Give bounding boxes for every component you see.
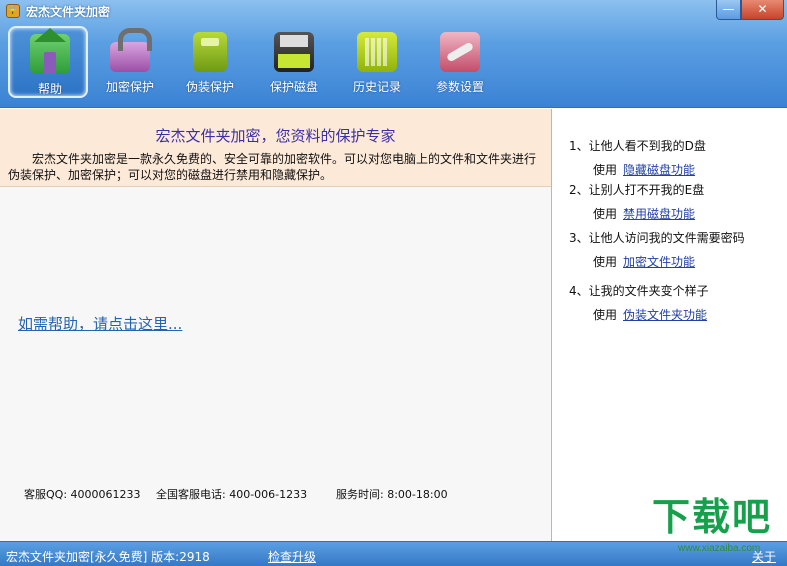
tip-question: 1、让他人看不到我的D盘 [569,139,706,153]
toolbar-history-label: 历史记录 [352,80,401,94]
help-main-panel: 宏杰文件夹加密，您资料的保护专家 宏杰文件夹加密是一款永久免费的、安全可靠的加密… [0,109,552,541]
toolbar-encrypt-label: 加密保护 [105,80,154,94]
toolbar-settings-button[interactable]: 参数设置 [420,26,500,98]
toolbar-settings-label: 参数设置 [435,80,484,94]
tip-use-label: 使用 [593,308,618,322]
tip-use-label: 使用 [593,163,618,177]
tools-icon [440,32,480,72]
encrypt-file-link[interactable]: 加密文件功能 [623,255,695,269]
intro-title: 宏杰文件夹加密，您资料的保护专家 [155,127,396,145]
tip-use-label: 使用 [593,255,618,269]
contact-phone: 全国客服电话: 400-006-1233 [156,488,308,501]
tip-question: 4、让我的文件夹变个样子 [569,284,709,298]
toolbar-help-button[interactable]: 帮助 [8,26,88,98]
contact-qq: 客服QQ: 4000061233 [24,488,141,501]
check-upgrade-link[interactable]: 检查升级 [268,548,316,565]
site-watermark: 下载吧 www.xiazaiba.com [648,496,784,562]
book-icon [193,32,227,72]
window-title: 宏杰文件夹加密 [26,5,111,19]
tip-question: 3、让他人访问我的文件需要密码 [569,231,745,245]
close-button[interactable]: ✕ [741,0,784,20]
tips-panel: 1、让他人看不到我的D盘 使用 隐藏磁盘功能 2、让别人打不开我的E盘 使用 禁用磁… [553,109,787,541]
tip-usage: 使用 隐藏磁盘功能 [593,161,695,178]
status-app-version: 宏杰文件夹加密[永久免费] 版本:2918 [6,550,210,564]
tip-usage: 使用 禁用磁盘功能 [593,205,695,222]
toolbar-encrypt-button[interactable]: 加密保护 [90,26,170,98]
disable-disk-link[interactable]: 禁用磁盘功能 [623,207,695,221]
toolbar-history-button[interactable]: 历史记录 [337,26,417,98]
contact-hours: 服务时间: 8:00-18:00 [336,488,448,501]
tip-use-label: 使用 [593,207,618,221]
lock-icon [110,28,152,72]
title-toolbar-area: 🔒 宏杰文件夹加密 — ✕ 帮助 加密保护 伪装保护 保护磁盘 历史记录 参数设… [0,0,787,108]
toolbar-disk-label: 保护磁盘 [269,80,318,94]
toolbar-help-label: 帮助 [37,82,62,96]
tip-question: 2、让别人打不开我的E盘 [569,183,705,197]
app-lock-icon: 🔒 [6,4,20,18]
app-window: 🔒 宏杰文件夹加密 — ✕ 帮助 加密保护 伪装保护 保护磁盘 历史记录 参数设… [0,0,787,566]
hide-disk-link[interactable]: 隐藏磁盘功能 [623,163,695,177]
watermark-url: www.xiazaiba.com [678,543,761,554]
intro-text: 宏杰文件夹加密是一款永久免费的、安全可靠的加密软件。可以对您电脑上的文件和文件夹… [8,152,537,182]
intro-box: 宏杰文件夹加密，您资料的保护专家 宏杰文件夹加密是一款永久免费的、安全可靠的加密… [0,109,551,187]
history-icon [357,32,397,72]
disguise-folder-link[interactable]: 伪装文件夹功能 [623,308,707,322]
tip-usage: 使用 加密文件功能 [593,253,695,270]
home-icon [30,28,70,74]
minimize-button[interactable]: — [716,0,741,20]
tip-usage: 使用 伪装文件夹功能 [593,306,707,323]
disk-icon [274,32,314,72]
help-link[interactable]: 如需帮助，请点击这里... [18,313,182,334]
toolbar-disguise-button[interactable]: 伪装保护 [170,26,250,98]
toolbar-disguise-label: 伪装保护 [185,80,234,94]
watermark-logo: 下载吧 [652,497,773,539]
toolbar-disk-button[interactable]: 保护磁盘 [254,26,334,98]
